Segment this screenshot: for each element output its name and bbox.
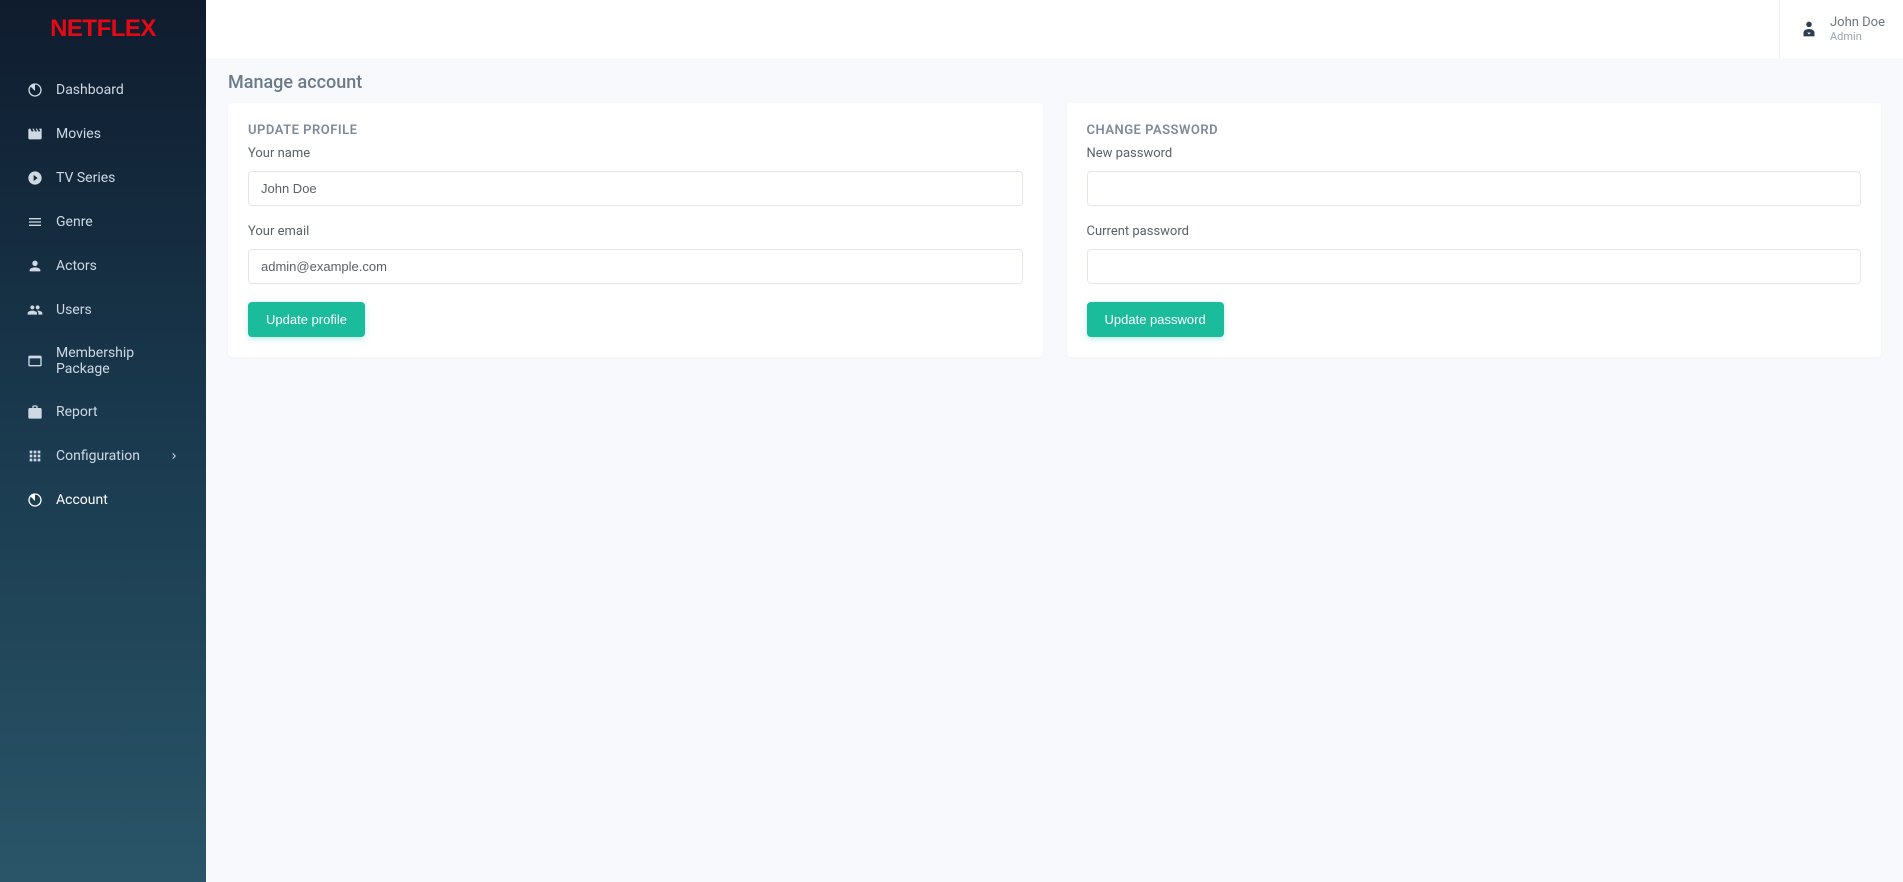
form-group-name: Your name [248, 146, 1023, 206]
user-name: John Doe [1830, 15, 1885, 31]
update-profile-card: UPDATE PROFILE Your name Your email Upda… [228, 103, 1043, 357]
sidebar-item-label: Actors [56, 258, 97, 274]
dashboard-icon [26, 81, 44, 99]
update-profile-button[interactable]: Update profile [248, 302, 365, 337]
form-group-new-password: New password [1087, 146, 1862, 206]
user-menu[interactable]: John Doe Admin [1779, 0, 1903, 58]
sidebar-item-label: Membership Package [56, 345, 180, 377]
sidebar-item-genre[interactable]: Genre [0, 200, 206, 244]
sidebar-nav: Dashboard Movies TV Series Genre Actors [0, 58, 206, 532]
sidebar-item-label: Report [56, 404, 98, 420]
sidebar-item-label: Genre [56, 214, 93, 230]
current-password-input[interactable] [1087, 249, 1862, 284]
card-title: CHANGE PASSWORD [1087, 123, 1862, 138]
email-label: Your email [248, 224, 1023, 239]
list-icon [26, 213, 44, 231]
sidebar-item-dashboard[interactable]: Dashboard [0, 68, 206, 112]
sidebar-item-label: Configuration [56, 448, 140, 464]
people-icon [26, 301, 44, 319]
header: John Doe Admin [206, 0, 1903, 58]
sidebar-item-label: Account [56, 492, 108, 508]
sidebar-item-actors[interactable]: Actors [0, 244, 206, 288]
email-input[interactable] [248, 249, 1023, 284]
avatar-icon [1798, 18, 1820, 40]
page-title: Manage account [206, 58, 1903, 103]
sidebar-item-tv-series[interactable]: TV Series [0, 156, 206, 200]
sidebar-item-users[interactable]: Users [0, 288, 206, 332]
user-role: Admin [1830, 30, 1885, 43]
user-info: John Doe Admin [1830, 15, 1885, 44]
sidebar-item-report[interactable]: Report [0, 390, 206, 434]
sidebar-item-movies[interactable]: Movies [0, 112, 206, 156]
sidebar-item-account[interactable]: Account [0, 478, 206, 522]
chevron-right-icon [168, 450, 180, 462]
form-group-email: Your email [248, 224, 1023, 284]
report-icon [26, 403, 44, 421]
sidebar-item-label: Dashboard [56, 82, 124, 98]
name-input[interactable] [248, 171, 1023, 206]
sidebar-item-label: TV Series [56, 170, 115, 186]
update-password-button[interactable]: Update password [1087, 302, 1224, 337]
brand-logo[interactable]: NETFLEX [0, 0, 206, 58]
sidebar-item-configuration[interactable]: Configuration [0, 434, 206, 478]
account-icon [26, 491, 44, 509]
sidebar-item-label: Movies [56, 126, 101, 142]
sidebar: NETFLEX Dashboard Movies TV Series Genre [0, 0, 206, 882]
content-row: UPDATE PROFILE Your name Your email Upda… [206, 103, 1903, 379]
movie-icon [26, 125, 44, 143]
grid-icon [26, 447, 44, 465]
form-group-current-password: Current password [1087, 224, 1862, 284]
person-icon [26, 257, 44, 275]
change-password-card: CHANGE PASSWORD New password Current pas… [1067, 103, 1882, 357]
card-title: UPDATE PROFILE [248, 123, 1023, 138]
membership-icon [26, 352, 44, 370]
current-password-label: Current password [1087, 224, 1862, 239]
sidebar-item-membership[interactable]: Membership Package [0, 332, 206, 390]
tv-icon [26, 169, 44, 187]
sidebar-item-label: Users [56, 302, 92, 318]
new-password-label: New password [1087, 146, 1862, 161]
new-password-input[interactable] [1087, 171, 1862, 206]
name-label: Your name [248, 146, 1023, 161]
